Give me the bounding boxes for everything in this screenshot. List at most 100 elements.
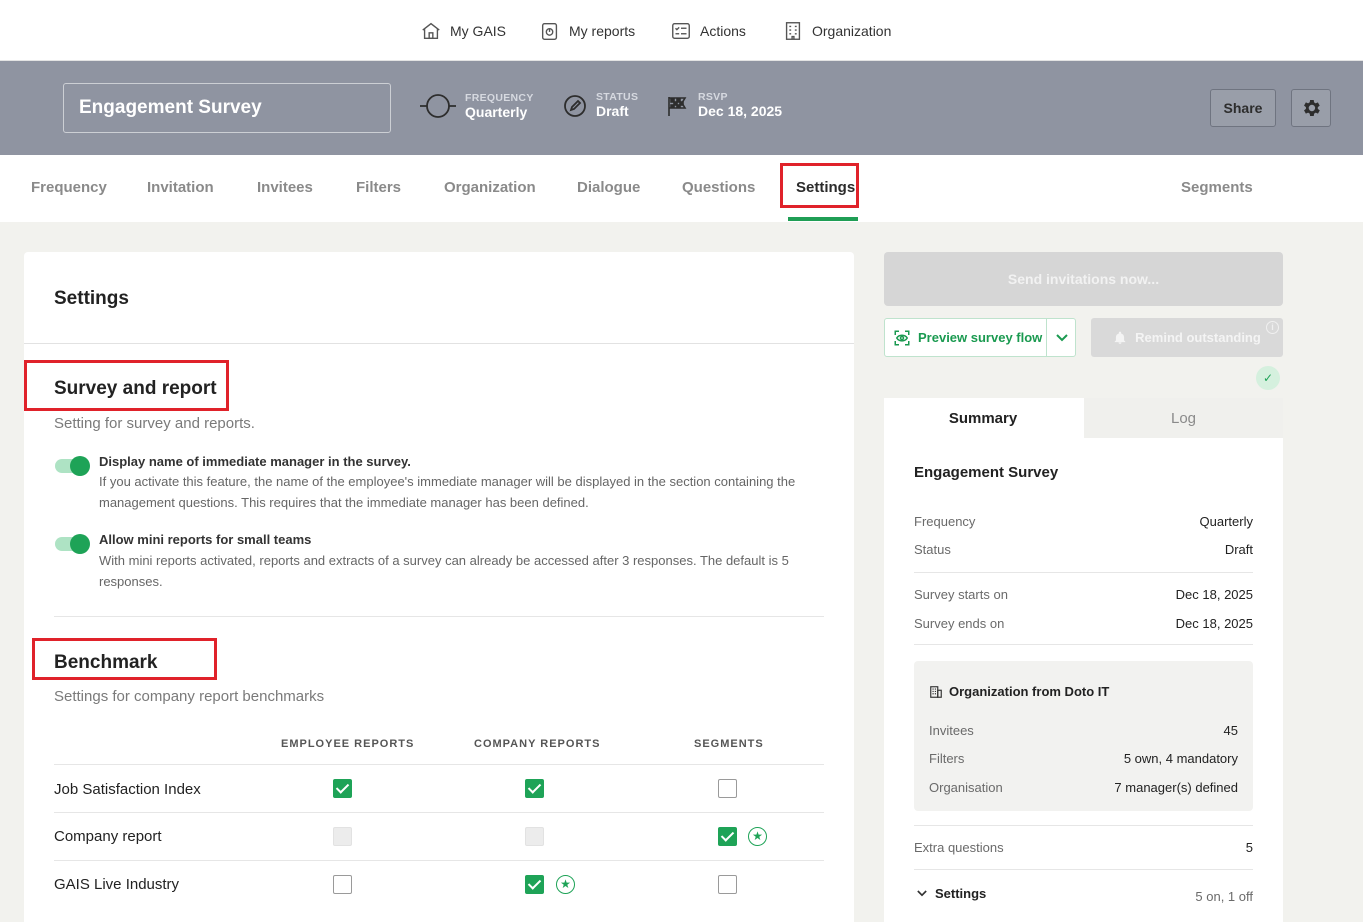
summary-key: Frequency — [914, 514, 976, 529]
checkered-flag-icon — [668, 96, 687, 116]
preview-main[interactable]: Preview survey flow — [885, 319, 1046, 356]
preview-survey-button[interactable]: Preview survey flow — [884, 318, 1076, 357]
share-label: Share — [1223, 100, 1263, 116]
divider — [54, 616, 824, 617]
company-report-checkbox[interactable] — [525, 875, 544, 894]
send-invitations-button[interactable]: Send invitations now... — [884, 252, 1283, 306]
tab-summary[interactable]: Summary — [884, 398, 1082, 438]
chevron-down-icon — [1055, 333, 1068, 341]
benchmark-row-label: Company report — [54, 828, 162, 845]
summary-key: Status — [914, 542, 951, 557]
survey-tabs: Frequency Invitation Invitees Filters Or… — [0, 155, 1363, 222]
settings-summary-toggle[interactable]: Settings — [917, 886, 986, 901]
info-icon[interactable]: i — [1266, 321, 1279, 334]
summary-value: Draft — [1224, 542, 1253, 557]
divider — [54, 764, 824, 765]
divider — [24, 343, 854, 344]
segments-checkbox[interactable] — [718, 779, 737, 798]
summary-title: Engagement Survey — [914, 464, 1059, 481]
rsvp-label: RSVP — [698, 91, 728, 103]
employee-report-checkbox — [333, 827, 352, 846]
segments-checkbox[interactable] — [718, 827, 737, 846]
nav-organization[interactable]: Organization — [782, 18, 891, 44]
share-button[interactable]: Share — [1210, 89, 1276, 127]
tab-log[interactable]: Log — [1084, 398, 1283, 438]
summary-value: 5 — [1245, 840, 1253, 855]
survey-report-subtitle: Setting for survey and reports. — [54, 415, 255, 432]
company-report-checkbox[interactable] — [525, 779, 544, 798]
divider — [54, 812, 824, 813]
survey-report-title: Survey and report — [54, 378, 217, 399]
frequency-icon — [420, 94, 456, 118]
home-icon — [422, 22, 440, 40]
tab-frequency[interactable]: Frequency — [31, 179, 107, 196]
star-icon: ★ — [556, 875, 575, 894]
divider — [914, 825, 1253, 826]
company-report-checkbox — [525, 827, 544, 846]
bell-icon — [1114, 331, 1126, 344]
tab-invitees[interactable]: Invitees — [257, 179, 313, 196]
top-navigation: My GAIS My reports Actions Organization — [0, 0, 1363, 61]
nav-my-gais[interactable]: My GAIS — [420, 18, 506, 44]
mini-reports-toggle[interactable] — [55, 534, 90, 554]
divider — [914, 644, 1253, 645]
summary-key: Survey ends on — [914, 616, 1005, 631]
benchmark-title: Benchmark — [54, 652, 158, 673]
remind-outstanding-button[interactable]: Remind outstanding i — [1091, 318, 1283, 357]
segments-checkbox[interactable] — [718, 875, 737, 894]
summary-value: Dec 18, 2025 — [1175, 587, 1253, 602]
frequency-meta: FREQUENCY Quarterly — [420, 91, 534, 121]
summary-value: 45 — [1223, 723, 1238, 738]
summary-key: Settings — [935, 886, 987, 901]
survey-title: Engagement Survey — [79, 97, 262, 118]
status-label: STATUS — [596, 91, 639, 103]
active-tab-indicator — [788, 217, 858, 221]
summary-value: 5 on, 1 off — [1195, 889, 1253, 904]
summary-value: Quarterly — [1199, 514, 1253, 529]
summary-key: Extra questions — [914, 840, 1004, 855]
nav-label: Organization — [812, 23, 892, 39]
option-description: If you activate this feature, the name o… — [99, 474, 796, 510]
check-icon: ✓ — [1256, 366, 1280, 390]
send-invitations-label: Send invitations now... — [1007, 271, 1160, 287]
remind-label: Remind outstanding — [1135, 330, 1261, 345]
status-meta: STATUS Draft — [563, 91, 638, 120]
settings-button[interactable] — [1291, 89, 1331, 127]
option-description: With mini reports activated, reports and… — [99, 553, 789, 589]
tab-filters[interactable]: Filters — [356, 179, 401, 196]
highlight-box — [780, 163, 859, 208]
org-title: Organization from Doto IT — [949, 684, 1110, 699]
org-header: Organization from Doto IT — [929, 684, 1109, 699]
survey-title-input[interactable]: Engagement Survey — [63, 83, 391, 133]
summary-key: Organisation — [929, 780, 1003, 795]
benchmark-row-label: Job Satisfaction Index — [54, 781, 201, 798]
nav-actions[interactable]: Actions — [670, 18, 746, 44]
edit-icon — [564, 94, 586, 117]
star-icon: ★ — [748, 827, 767, 846]
nav-my-reports[interactable]: My reports — [539, 18, 635, 44]
survey-header: Engagement Survey FREQUENCY Quarterly ST… — [0, 61, 1363, 155]
gear-icon — [1304, 100, 1320, 116]
employee-report-checkbox[interactable] — [333, 779, 352, 798]
nav-label: Actions — [700, 23, 746, 39]
summary-value: Dec 18, 2025 — [1175, 616, 1253, 631]
column-header-segments: SEGMENTS — [694, 738, 764, 750]
summary-value: 7 manager(s) defined — [1114, 780, 1238, 795]
tab-organization[interactable]: Organization — [444, 179, 536, 196]
preview-dropdown[interactable] — [1046, 319, 1076, 356]
frequency-label: FREQUENCY — [465, 91, 534, 104]
tab-segments[interactable]: Segments — [1181, 179, 1253, 196]
option-title: Display name of immediate manager in the… — [99, 454, 411, 469]
employee-report-checkbox[interactable] — [333, 875, 352, 894]
summary-key: Filters — [929, 751, 965, 766]
tab-questions[interactable]: Questions — [682, 179, 755, 196]
manager-name-toggle[interactable] — [55, 456, 90, 476]
column-header-company: COMPANY REPORTS — [474, 738, 601, 750]
option-title: Allow mini reports for small teams — [99, 532, 312, 547]
organization-summary: Organization from Doto IT Invitees 45 Fi… — [914, 661, 1253, 811]
tab-dialogue[interactable]: Dialogue — [577, 179, 640, 196]
nav-label: My reports — [569, 23, 636, 39]
preview-label: Preview survey flow — [918, 330, 1043, 345]
column-header-employee: EMPLOYEE REPORTS — [281, 738, 415, 750]
tab-invitation[interactable]: Invitation — [147, 179, 214, 196]
